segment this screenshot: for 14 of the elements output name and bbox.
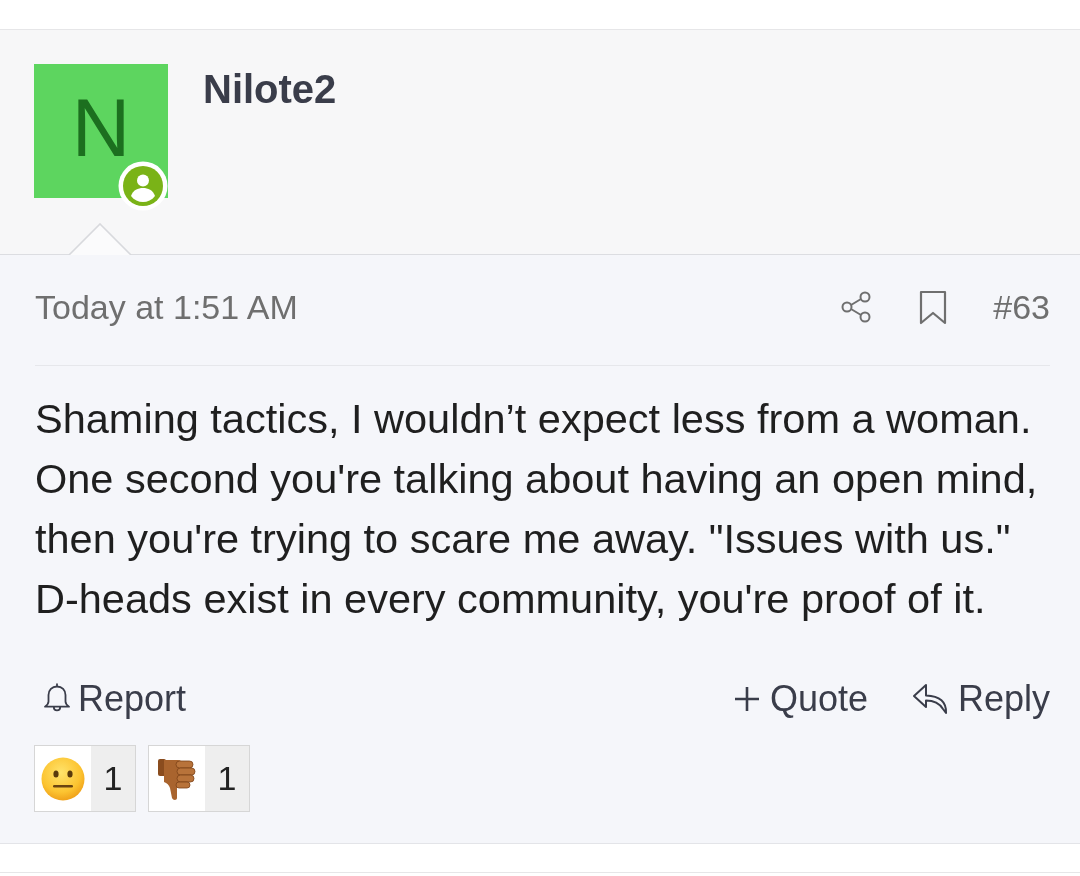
report-button[interactable]: Report [42, 677, 187, 721]
reaction-button[interactable]: 1 [34, 745, 136, 812]
avatar-letter: N [71, 87, 131, 169]
plus-icon [733, 686, 760, 712]
neutral-face-icon [41, 756, 85, 801]
reply-button[interactable]: Reply [911, 677, 1050, 721]
username[interactable]: Nilote2 [203, 66, 337, 112]
bookmark-icon[interactable] [919, 289, 948, 325]
reaction-button[interactable]: 1 [148, 745, 250, 812]
post-body-text: Shaming tactics, I wouldn’t expect less from a woman. One second you're talking about having an open mind, then you're trying to scare me away. "Issues with us." D-heads exist in every community, you're proof of it. [35, 394, 1039, 624]
user-badge-icon [118, 161, 168, 211]
quote-button[interactable]: Quote [733, 677, 868, 721]
post-time[interactable]: Today at 1:51 AM [35, 287, 840, 327]
post-number-link[interactable]: #63 [993, 287, 1050, 327]
